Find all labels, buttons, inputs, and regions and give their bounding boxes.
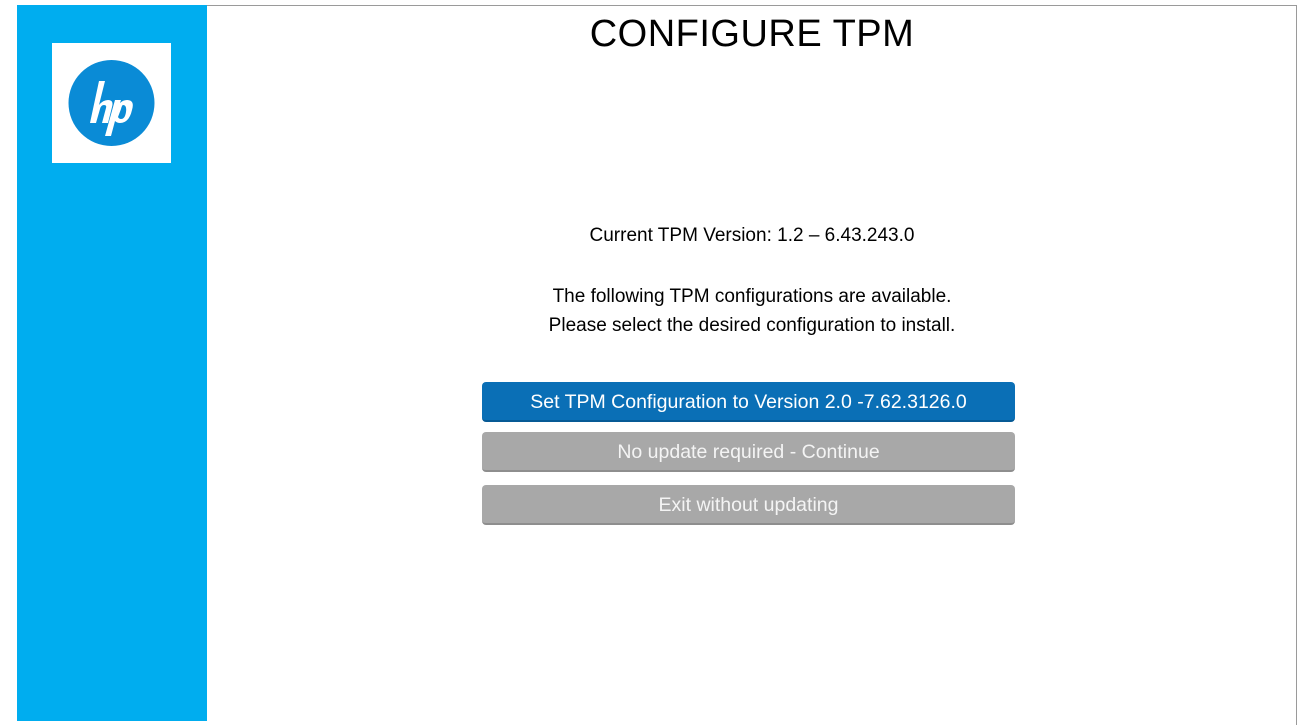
instructions-line-1: The following TPM configurations are ava… [552, 286, 952, 307]
no-update-continue-button[interactable]: No update required - Continue [482, 432, 1015, 472]
current-version-text: Current TPM Version: 1.2 – 6.43.243.0 [589, 225, 915, 246]
logo-container [52, 43, 171, 163]
window-frame [17, 5, 1297, 725]
instructions-line-2: Please select the desired configuration … [548, 315, 956, 336]
hp-logo-icon [68, 60, 155, 146]
instructions: The following TPM configurations are ava… [207, 282, 1297, 340]
page-title: CONFIGURE TPM [589, 13, 915, 55]
set-tpm-config-button[interactable]: Set TPM Configuration to Version 2.0 -7.… [482, 382, 1015, 422]
exit-without-updating-button[interactable]: Exit without updating [482, 485, 1015, 525]
